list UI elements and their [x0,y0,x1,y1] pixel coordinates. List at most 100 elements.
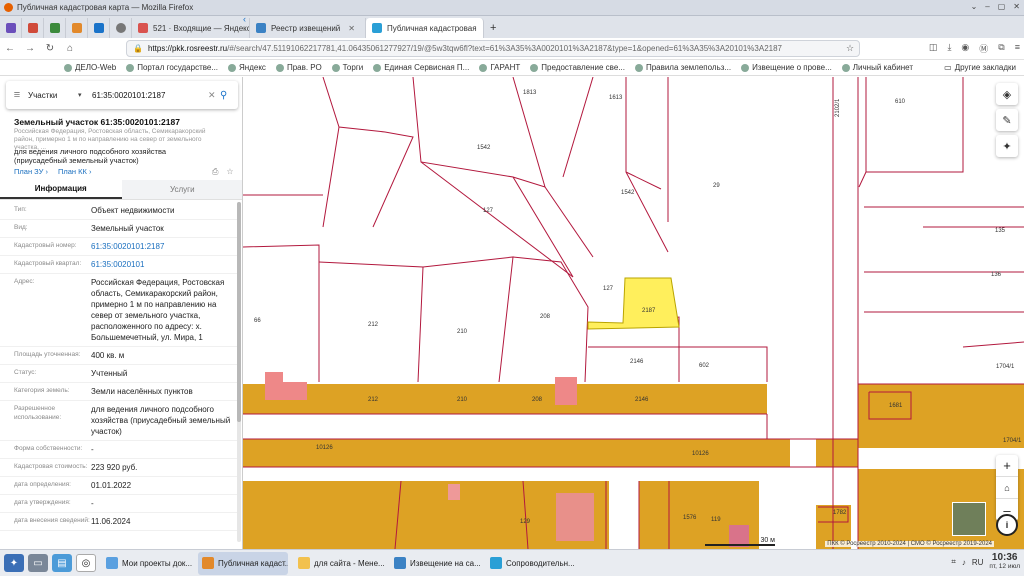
task-label: Сопроводительн... [506,558,575,568]
maximize-button[interactable]: ▢ [998,2,1006,11]
zoom-home-button[interactable]: ⌂ [996,477,1018,499]
attribute-value: - [91,445,94,454]
other-bookmarks[interactable]: ▭ Другие закладки [944,63,1016,72]
parcel-title: Земельный участок 61:35:0020101:2187 [14,117,180,127]
minimize-button[interactable]: – [985,2,989,11]
parcel-label: 136 [991,272,1002,278]
other-bookmarks-label: Другие закладки [954,63,1016,72]
attribute-value: Российская Федерация, Ростовская область… [91,278,225,342]
start-menu-icon[interactable]: ✦ [4,554,24,572]
attribute-row: Тип: Объект недвижимости [0,202,240,220]
bookmark-label: Яндекс [239,63,266,72]
taskbar-task[interactable]: Мои проекты док... [102,552,192,575]
extension-icon[interactable]: ◉ [961,42,969,55]
network-icon[interactable]: ⌗ [951,557,956,567]
close-window-button[interactable]: ✕ [1013,2,1020,11]
taskbar-task[interactable]: Сопроводительн... [486,552,576,575]
bookmark-item[interactable]: Предоставление све... [530,63,625,72]
bookmark-item[interactable]: ГАРАНТ [479,63,520,72]
attribute-row: Статус: Учтенный [0,365,240,383]
bookmark-item[interactable]: Правила землепольз... [634,63,732,72]
taskbar-task[interactable]: для сайта - Мене... [294,552,384,575]
bookmark-item[interactable]: Яндекс [228,63,266,72]
reload-icon[interactable]: ↻ [40,43,60,54]
tab-services[interactable]: Услуги [121,180,242,199]
scroll-thumb[interactable] [237,202,241,422]
address-bar[interactable]: 🔒 https://pkk.rosreestr.ru /#/search/47.… [126,40,860,57]
panel-scrollbar[interactable] [237,202,241,542]
bookmark-item[interactable]: Единая Сервисная П... [373,63,469,72]
bookmark-star-icon[interactable]: ☆ [846,43,854,54]
extensions-icon[interactable]: ⧉ [998,42,1004,55]
attribute-value[interactable]: 61:35:0020101:2187 [91,241,240,252]
pinned-tab-2[interactable] [22,18,44,38]
attribute-value: Учтенный [91,369,128,378]
pinned-tab-1[interactable] [0,18,22,38]
layers-icon[interactable]: ◈ [996,83,1018,105]
parcel-label: 129 [520,519,531,525]
zone-strip [243,384,767,414]
attribute-key: Тип: [14,206,27,213]
lock-icon: 🔒 [133,44,143,53]
hamburger-icon[interactable]: ≡ [6,89,28,101]
info-button[interactable]: i [996,514,1018,536]
tab-cadastral-map[interactable]: Публичная кадастровая✕ [366,18,484,38]
attribute-value[interactable]: 61:35:0020101 [91,259,240,270]
bookmark-icon [634,63,643,72]
taskbar-task[interactable]: Извещение на са... [390,552,480,575]
task-icon [394,557,406,569]
bookmark-item[interactable]: Портал государстве... [126,63,218,72]
menu-icon[interactable]: ≡ [1015,42,1020,55]
parcel-label: 2146 [635,397,649,403]
pinned-tab-4[interactable] [66,18,88,38]
cadastral-map[interactable]: 1813 1613 1542 1542 29 127 127 2187 212 210 208 214… [243,77,1024,549]
tab-registry[interactable]: Реестр извещений ✕ [250,18,366,38]
account-icon[interactable]: Ⓜ [979,42,988,55]
forward-icon[interactable]: → [20,43,40,54]
window-menu-button[interactable]: ⌄ [971,2,978,11]
clear-icon[interactable]: ✕ [208,90,220,101]
new-tab-button[interactable]: + [484,18,502,38]
pocket-icon[interactable]: ◫ [929,42,938,55]
back-icon[interactable]: ← [0,43,20,54]
collapse-panel-icon[interactable]: ‹ [243,14,251,26]
bookmark-item[interactable]: ДЕЛО-Web [64,63,116,72]
layer-select[interactable]: Участки [28,91,78,100]
clock[interactable]: 10:36 пт, 12 июл [989,553,1020,571]
tab-mail[interactable]: 521 · Входящие — Яндекс✕ [132,18,250,38]
zoom-in-button[interactable]: + [996,455,1018,477]
language-indicator[interactable]: RU [972,558,984,567]
plan-kk-link[interactable]: План КК › [58,167,91,176]
print-icon[interactable]: ⎙ [212,167,218,177]
bookmark-label: Правила землепольз... [645,63,732,72]
parcel-label: 1782 [833,510,847,516]
search-icon[interactable]: ⚲ [220,90,238,101]
map-canvas[interactable]: 1813 1613 1542 1542 29 127 127 2187 212 210 208 214… [243,77,1024,549]
chevron-down-icon[interactable]: ▾ [78,91,88,99]
bookmark-item[interactable]: Прав. РО [275,63,322,72]
pinned-tab-5[interactable] [88,18,110,38]
volume-icon[interactable]: ♪ [962,558,966,567]
basemap-thumbnail[interactable] [952,502,986,536]
parcel-label: 119 [711,517,721,523]
plan-zu-link[interactable]: План ЗУ › [14,167,48,176]
ruler-icon[interactable]: ✎ [996,109,1018,131]
bookmark-item[interactable]: Торги [331,63,363,72]
browser-icon[interactable]: ◎ [76,554,96,572]
bookmark-item[interactable]: Извещение о прове... [741,63,832,72]
close-tab-icon[interactable]: ✕ [348,24,355,33]
bookmark-item[interactable]: Личный кабинет [841,63,913,72]
home-icon[interactable]: ⌂ [60,43,80,54]
pinned-tab-3[interactable] [44,18,66,38]
locate-icon[interactable]: ✦ [996,135,1018,157]
search-input[interactable]: 61:35:0020101:2187 [88,91,208,100]
parcel-label: 66 [254,318,261,324]
tab-information[interactable]: Информация [0,180,122,199]
favorite-star-icon[interactable]: ☆ [226,167,233,177]
selected-parcel[interactable] [587,277,680,330]
desktop-icon[interactable]: ▭ [28,554,48,572]
download-icon[interactable]: ⤓ [947,42,951,55]
taskbar-task[interactable]: Публичная кадаст... [198,551,288,575]
pinned-tab-6[interactable] [110,18,132,38]
files-icon[interactable]: ▤ [52,554,72,572]
